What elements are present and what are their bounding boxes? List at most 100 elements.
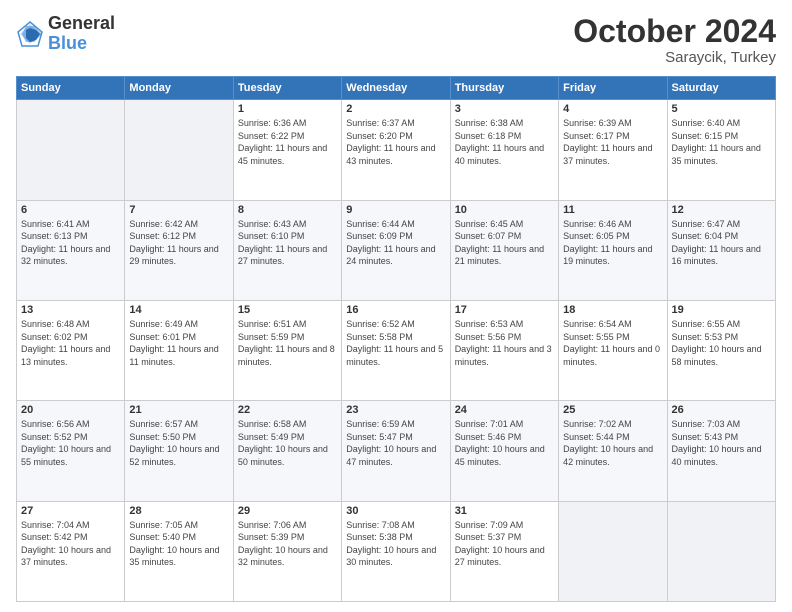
- day-number: 25: [563, 404, 662, 416]
- calendar-cell: 14Sunrise: 6:49 AMSunset: 6:01 PMDayligh…: [125, 300, 233, 400]
- week-row-2: 6 Sunrise: 6:41 AMSunset: 6:13 PMDaylight…: [17, 200, 776, 300]
- weekday-header-wednesday: Wednesday: [342, 77, 450, 100]
- cell-content: Sunrise: 6:45 AMSunset: 6:07 PMDaylight:…: [455, 218, 554, 268]
- cell-content: Sunrise: 6:44 AMSunset: 6:09 PMDaylight:…: [346, 218, 445, 268]
- calendar-cell: 21Sunrise: 6:57 AMSunset: 5:50 PMDayligh…: [125, 401, 233, 501]
- calendar-cell: 5 Sunrise: 6:40 AMSunset: 6:15 PMDaylight…: [667, 100, 775, 200]
- day-number: 6: [21, 204, 120, 216]
- cell-content: Sunrise: 6:56 AMSunset: 5:52 PMDaylight:…: [21, 418, 120, 468]
- day-number: 8: [238, 204, 337, 216]
- cell-content: Sunrise: 7:09 AMSunset: 5:37 PMDaylight:…: [455, 519, 554, 569]
- cell-content: Sunrise: 6:38 AMSunset: 6:18 PMDaylight:…: [455, 117, 554, 167]
- day-number: 30: [346, 505, 445, 517]
- cell-content: Sunrise: 6:57 AMSunset: 5:50 PMDaylight:…: [129, 418, 228, 468]
- title-block: October 2024 Saraycik, Turkey: [573, 14, 776, 66]
- calendar-cell: 30 Sunrise: 7:08 AMSunset: 5:38 PMDayligh…: [342, 501, 450, 601]
- day-number: 15: [238, 304, 337, 316]
- logo-text: General Blue: [48, 14, 115, 54]
- calendar-cell: 27 Sunrise: 7:04 AMSunset: 5:42 PMDayligh…: [17, 501, 125, 601]
- calendar-cell: 29 Sunrise: 7:06 AMSunset: 5:39 PMDayligh…: [233, 501, 341, 601]
- cell-content: Sunrise: 6:40 AMSunset: 6:15 PMDaylight:…: [672, 117, 771, 167]
- cell-content: Sunrise: 7:02 AMSunset: 5:44 PMDaylight:…: [563, 418, 662, 468]
- weekday-header-monday: Monday: [125, 77, 233, 100]
- day-number: 5: [672, 103, 771, 115]
- calendar-cell: 8 Sunrise: 6:43 AMSunset: 6:10 PMDaylight…: [233, 200, 341, 300]
- day-number: 26: [672, 404, 771, 416]
- weekday-header-tuesday: Tuesday: [233, 77, 341, 100]
- calendar-cell: 18Sunrise: 6:54 AMSunset: 5:55 PMDayligh…: [559, 300, 667, 400]
- header: General Blue October 2024 Saraycik, Turk…: [16, 14, 776, 66]
- day-number: 12: [672, 204, 771, 216]
- calendar-cell: 23 Sunrise: 6:59 AMSunset: 5:47 PMDayligh…: [342, 401, 450, 501]
- day-number: 4: [563, 103, 662, 115]
- day-number: 7: [129, 204, 228, 216]
- month-title: October 2024: [573, 14, 776, 49]
- calendar-table: SundayMondayTuesdayWednesdayThursdayFrid…: [16, 76, 776, 602]
- cell-content: Sunrise: 7:04 AMSunset: 5:42 PMDaylight:…: [21, 519, 120, 569]
- week-row-4: 20 Sunrise: 6:56 AMSunset: 5:52 PMDayligh…: [17, 401, 776, 501]
- calendar-cell: 28 Sunrise: 7:05 AMSunset: 5:40 PMDayligh…: [125, 501, 233, 601]
- calendar-cell: 11Sunrise: 6:46 AMSunset: 6:05 PMDayligh…: [559, 200, 667, 300]
- weekday-header-saturday: Saturday: [667, 77, 775, 100]
- cell-content: Sunrise: 6:42 AMSunset: 6:12 PMDaylight:…: [129, 218, 228, 268]
- cell-content: Sunrise: 6:55 AMSunset: 5:53 PMDaylight:…: [672, 318, 771, 368]
- cell-content: Sunrise: 6:51 AMSunset: 5:59 PMDaylight:…: [238, 318, 337, 368]
- day-number: 16: [346, 304, 445, 316]
- cell-content: Sunrise: 7:03 AMSunset: 5:43 PMDaylight:…: [672, 418, 771, 468]
- calendar-cell: 6 Sunrise: 6:41 AMSunset: 6:13 PMDaylight…: [17, 200, 125, 300]
- calendar-cell: 31 Sunrise: 7:09 AMSunset: 5:37 PMDayligh…: [450, 501, 558, 601]
- weekday-header-sunday: Sunday: [17, 77, 125, 100]
- calendar-cell: 16 Sunrise: 6:52 AMSunset: 5:58 PMDayligh…: [342, 300, 450, 400]
- calendar-cell: 4 Sunrise: 6:39 AMSunset: 6:17 PMDaylight…: [559, 100, 667, 200]
- logo: General Blue: [16, 14, 115, 54]
- day-number: 17: [455, 304, 554, 316]
- cell-content: Sunrise: 6:47 AMSunset: 6:04 PMDaylight:…: [672, 218, 771, 268]
- day-number: 9: [346, 204, 445, 216]
- cell-content: Sunrise: 6:52 AMSunset: 5:58 PMDaylight:…: [346, 318, 445, 368]
- week-row-1: 1Sunrise: 6:36 AMSunset: 6:22 PMDaylight…: [17, 100, 776, 200]
- cell-content: Sunrise: 6:58 AMSunset: 5:49 PMDaylight:…: [238, 418, 337, 468]
- cell-content: Sunrise: 6:41 AMSunset: 6:13 PMDaylight:…: [21, 218, 120, 268]
- day-number: 27: [21, 505, 120, 517]
- calendar-cell: 26 Sunrise: 7:03 AMSunset: 5:43 PMDayligh…: [667, 401, 775, 501]
- calendar-cell: 3Sunrise: 6:38 AMSunset: 6:18 PMDaylight…: [450, 100, 558, 200]
- calendar-cell: 9 Sunrise: 6:44 AMSunset: 6:09 PMDaylight…: [342, 200, 450, 300]
- calendar-cell: [559, 501, 667, 601]
- logo-line1: General: [48, 14, 115, 34]
- day-number: 31: [455, 505, 554, 517]
- cell-content: Sunrise: 6:48 AMSunset: 6:02 PMDaylight:…: [21, 318, 120, 368]
- day-number: 11: [563, 204, 662, 216]
- calendar-cell: [125, 100, 233, 200]
- cell-content: Sunrise: 6:53 AMSunset: 5:56 PMDaylight:…: [455, 318, 554, 368]
- day-number: 23: [346, 404, 445, 416]
- calendar-cell: [667, 501, 775, 601]
- day-number: 18: [563, 304, 662, 316]
- weekday-header-friday: Friday: [559, 77, 667, 100]
- day-number: 14: [129, 304, 228, 316]
- cell-content: Sunrise: 6:59 AMSunset: 5:47 PMDaylight:…: [346, 418, 445, 468]
- day-number: 1: [238, 103, 337, 115]
- calendar-cell: 12 Sunrise: 6:47 AMSunset: 6:04 PMDayligh…: [667, 200, 775, 300]
- calendar-cell: 7 Sunrise: 6:42 AMSunset: 6:12 PMDaylight…: [125, 200, 233, 300]
- day-number: 2: [346, 103, 445, 115]
- location: Saraycik, Turkey: [573, 49, 776, 66]
- calendar-cell: 25 Sunrise: 7:02 AMSunset: 5:44 PMDayligh…: [559, 401, 667, 501]
- calendar-cell: 19Sunrise: 6:55 AMSunset: 5:53 PMDayligh…: [667, 300, 775, 400]
- cell-content: Sunrise: 6:39 AMSunset: 6:17 PMDaylight:…: [563, 117, 662, 167]
- day-number: 28: [129, 505, 228, 517]
- cell-content: Sunrise: 7:08 AMSunset: 5:38 PMDaylight:…: [346, 519, 445, 569]
- week-row-3: 13Sunrise: 6:48 AMSunset: 6:02 PMDayligh…: [17, 300, 776, 400]
- day-number: 29: [238, 505, 337, 517]
- cell-content: Sunrise: 7:01 AMSunset: 5:46 PMDaylight:…: [455, 418, 554, 468]
- calendar-cell: 20 Sunrise: 6:56 AMSunset: 5:52 PMDayligh…: [17, 401, 125, 501]
- day-number: 22: [238, 404, 337, 416]
- page: General Blue October 2024 Saraycik, Turk…: [0, 0, 792, 612]
- cell-content: Sunrise: 6:43 AMSunset: 6:10 PMDaylight:…: [238, 218, 337, 268]
- calendar-cell: 22 Sunrise: 6:58 AMSunset: 5:49 PMDayligh…: [233, 401, 341, 501]
- cell-content: Sunrise: 7:05 AMSunset: 5:40 PMDaylight:…: [129, 519, 228, 569]
- calendar-cell: [17, 100, 125, 200]
- calendar-cell: 17 Sunrise: 6:53 AMSunset: 5:56 PMDayligh…: [450, 300, 558, 400]
- day-number: 20: [21, 404, 120, 416]
- cell-content: Sunrise: 7:06 AMSunset: 5:39 PMDaylight:…: [238, 519, 337, 569]
- cell-content: Sunrise: 6:37 AMSunset: 6:20 PMDaylight:…: [346, 117, 445, 167]
